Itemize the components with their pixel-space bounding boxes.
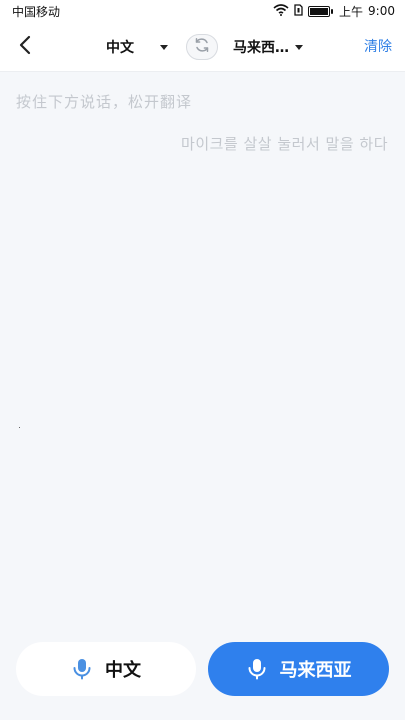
swap-icon <box>193 36 211 58</box>
header: 中文 马来西… 清除 <box>0 22 405 72</box>
carrier-label: 中国移动 <box>12 4 61 19</box>
target-language-label: 马来西… <box>233 40 289 56</box>
microphone-icon <box>71 657 93 681</box>
back-icon <box>18 35 32 59</box>
status-right: 上午 9:00 <box>273 3 395 20</box>
wifi-icon <box>273 3 289 19</box>
speak-chinese-button[interactable]: 中文 <box>16 642 196 696</box>
source-language-selector[interactable]: 中文 <box>106 36 168 58</box>
time-prefix: 上午 <box>339 4 364 19</box>
speak-malay-label: 马来西亚 <box>279 660 352 681</box>
swap-languages-button[interactable] <box>186 34 218 60</box>
clock: 9:00 <box>368 4 395 18</box>
battery-icon <box>308 5 334 17</box>
sim-icon <box>294 3 303 19</box>
microphone-icon <box>246 657 268 681</box>
chevron-down-icon <box>160 44 168 50</box>
source-language-label: 中文 <box>106 40 134 56</box>
clear-button[interactable]: 清除 <box>364 36 392 58</box>
cursor-dot <box>19 427 20 428</box>
status-bar: 中国移动 上午 9:00 <box>0 0 405 22</box>
hint-target-text: 마이크를 살살 눌러서 말을 하다 <box>181 135 388 153</box>
voice-input-bar: 中文 马来西亚 <box>0 632 405 720</box>
back-button[interactable] <box>10 32 40 62</box>
target-language-selector[interactable]: 马来西… <box>233 36 303 58</box>
translation-area: 按住下方说话，松开翻译 마이크를 살살 눌러서 말을 하다 <box>0 73 405 633</box>
chevron-down-icon <box>295 44 303 50</box>
speak-malay-button[interactable]: 马来西亚 <box>208 642 389 696</box>
hint-source-text: 按住下方说话，松开翻译 <box>16 93 193 111</box>
speak-chinese-label: 中文 <box>105 660 141 681</box>
